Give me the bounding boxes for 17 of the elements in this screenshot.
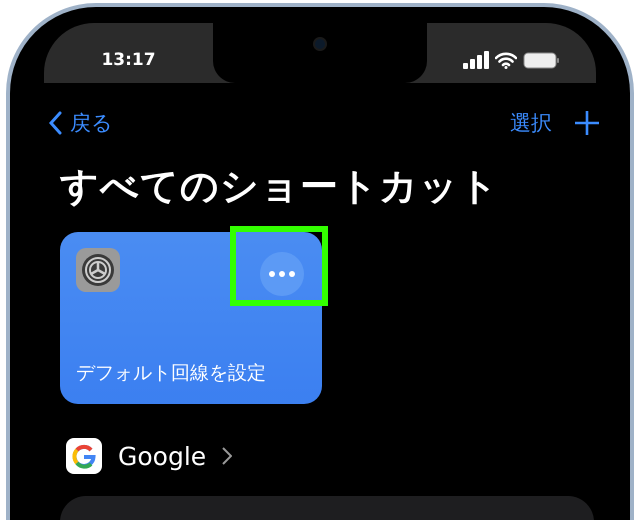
signal-icon bbox=[463, 51, 489, 69]
page-title: すべてのショートカット bbox=[60, 163, 500, 210]
folder-link[interactable]: Google bbox=[118, 442, 206, 470]
back-chevron-icon bbox=[48, 111, 62, 135]
camera-icon bbox=[313, 37, 327, 51]
status-time: 13:17 bbox=[101, 49, 156, 70]
back-button[interactable]: 戻る bbox=[48, 109, 113, 137]
wifi-icon bbox=[495, 52, 517, 68]
chevron-icon bbox=[222, 447, 232, 465]
select-button[interactable]: 選択 bbox=[510, 109, 552, 137]
shortcut-card[interactable]: デフォルト回線を設定 bbox=[60, 232, 322, 404]
google-logo-icon bbox=[66, 438, 102, 474]
add-icon[interactable] bbox=[574, 110, 600, 136]
more-button[interactable] bbox=[260, 252, 304, 296]
gear-icon bbox=[76, 248, 120, 292]
battery-icon bbox=[523, 52, 560, 68]
shortcut-title: デフォルト回線を設定 bbox=[76, 361, 267, 386]
